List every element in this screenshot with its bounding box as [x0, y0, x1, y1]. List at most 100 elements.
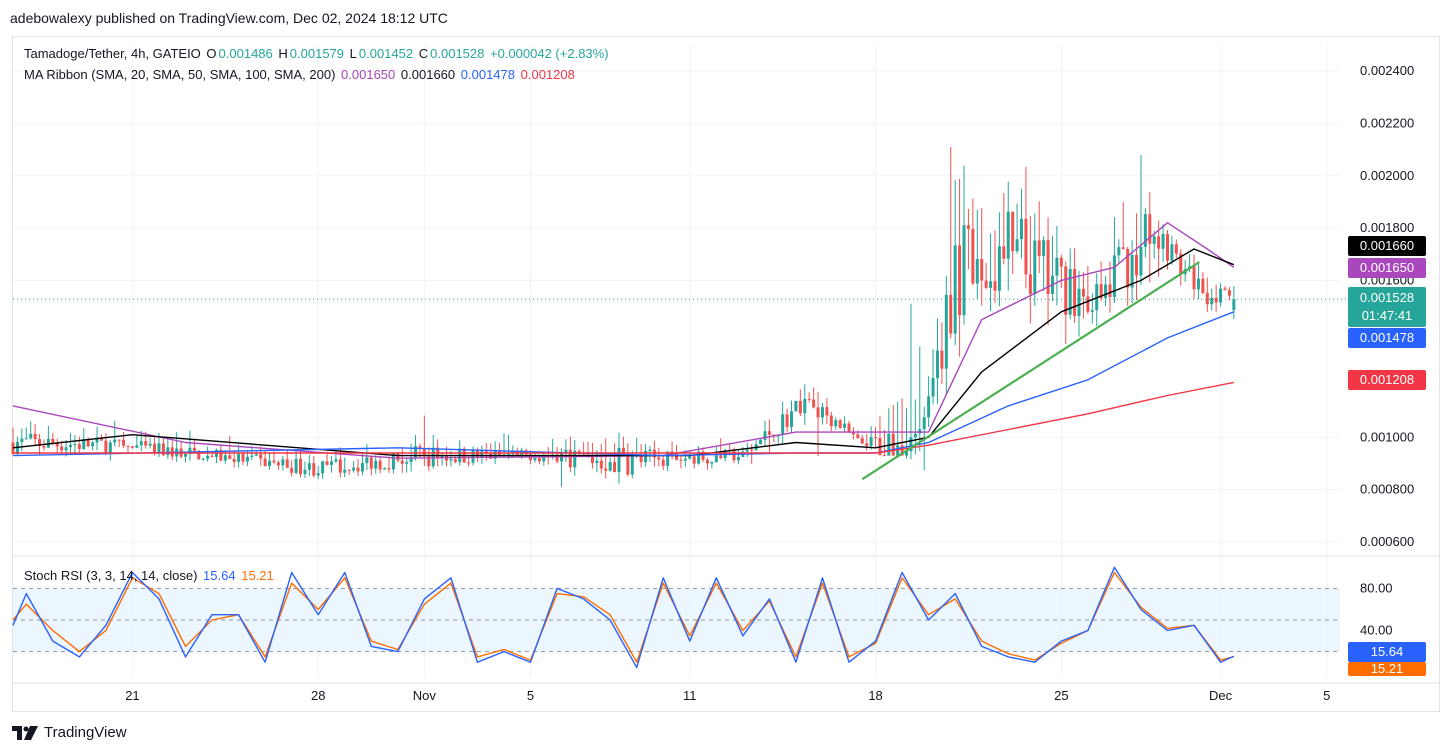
time-tick-label-2: Nov [413, 688, 437, 703]
candle-body [24, 438, 28, 440]
candle-body [962, 225, 966, 316]
candle-body [126, 445, 130, 447]
candle-body [113, 439, 117, 443]
rsi-tick-label-0: 80.00 [1360, 580, 1393, 595]
candle-body [316, 473, 320, 476]
candle-body [307, 463, 311, 470]
candle-body [467, 462, 471, 464]
candle-body [745, 449, 749, 452]
price-tick-label-7: 0.000600 [1360, 534, 1414, 549]
rsi-legend: Stoch RSI (3, 3, 14, 14, close) 15.64 15… [24, 568, 276, 583]
candle-body [940, 350, 944, 369]
candle-body [834, 420, 838, 427]
price-tick-label-1: 0.002200 [1360, 115, 1414, 130]
candle-body [312, 463, 316, 476]
candle-body [714, 455, 718, 463]
candle-body [347, 469, 351, 471]
ma-legend: MA Ribbon (SMA, 20, SMA, 50, SMA, 100, S… [24, 67, 577, 82]
candle-body [803, 398, 807, 414]
candle-body [237, 454, 241, 462]
candle-body [1165, 234, 1169, 261]
high-value: 0.001579 [289, 46, 345, 61]
candle-body [997, 246, 1001, 291]
candle-body [148, 443, 152, 446]
candle-body [122, 439, 126, 446]
time-tick-label-8: 5 [1323, 688, 1330, 703]
candle-body [975, 258, 979, 284]
candle-body [1201, 278, 1205, 293]
candle-body [825, 407, 829, 416]
candle-body [798, 400, 802, 414]
candle-body [1192, 266, 1196, 290]
candle-body [820, 407, 824, 418]
candle-body [321, 461, 325, 474]
candle-body [108, 442, 112, 454]
time-tick-label-7: Dec [1209, 688, 1233, 703]
grid-lines [13, 45, 1440, 684]
candle-body [710, 462, 714, 464]
candle-body [157, 443, 161, 453]
candle-body [378, 460, 382, 470]
candle-body [206, 455, 210, 459]
candle-body [882, 455, 886, 457]
chart-canvas[interactable]: 0.0024000.0022000.0020000.0018000.001600… [0, 0, 1453, 756]
candle-body [285, 459, 289, 468]
ma50-price-tag: 0.001660 [1348, 236, 1426, 256]
candle-body [210, 455, 214, 457]
candle-body [117, 439, 121, 441]
candle-body [374, 460, 378, 469]
high-label: H [278, 46, 288, 61]
candle-body [1117, 247, 1121, 256]
candle-body [648, 449, 652, 452]
candle-body [626, 454, 630, 475]
candle-body [856, 434, 860, 439]
candle-body [980, 258, 984, 281]
candle-body [144, 441, 148, 446]
ma20-value: 0.001650 [341, 67, 396, 82]
candle-body [228, 455, 232, 459]
candle-body [60, 446, 64, 451]
candle-body [272, 460, 276, 463]
candle-body [1161, 234, 1165, 249]
rsi-d-value: 15.21 [241, 568, 274, 583]
candle-body [130, 446, 134, 448]
candle-body [935, 350, 939, 379]
symbol-name: Tamadoge/Tether, 4h, GATEIO [24, 46, 201, 61]
candle-body [630, 455, 634, 475]
candle-body [537, 458, 541, 462]
candle-body [719, 455, 723, 459]
candle-body [400, 460, 404, 464]
candle-body [338, 459, 342, 473]
candle-body [1015, 239, 1019, 252]
candle-body [944, 294, 948, 369]
time-tick-label-4: 11 [683, 688, 697, 703]
candle-body [736, 456, 740, 461]
candle-body [1064, 266, 1068, 315]
candle-body [1055, 257, 1059, 276]
candle-body [1196, 278, 1200, 290]
candle-body [692, 456, 696, 464]
candle-body [418, 446, 422, 448]
sma100-line [12, 311, 1235, 457]
candle-body [657, 457, 661, 460]
candle-body [705, 459, 709, 464]
candle-body [829, 415, 833, 427]
rsi-label: Stoch RSI (3, 3, 14, 14, close) [24, 568, 198, 583]
candle-body [1121, 247, 1125, 249]
candle-body [1108, 284, 1112, 297]
candle-body [750, 449, 754, 451]
candle-body [281, 459, 285, 466]
candle-body [91, 442, 95, 447]
candle-body [860, 438, 864, 444]
candle-body [732, 450, 736, 461]
candle-body [299, 458, 303, 475]
time-tick-label-0: 21 [125, 688, 139, 703]
candle-body [816, 407, 820, 418]
candle-body [405, 462, 409, 464]
candle-body [767, 431, 771, 435]
candle-body [104, 440, 108, 454]
candle-body [343, 469, 347, 473]
candle-body [303, 469, 307, 475]
candle-body [1210, 297, 1214, 305]
candle-body [958, 245, 962, 316]
